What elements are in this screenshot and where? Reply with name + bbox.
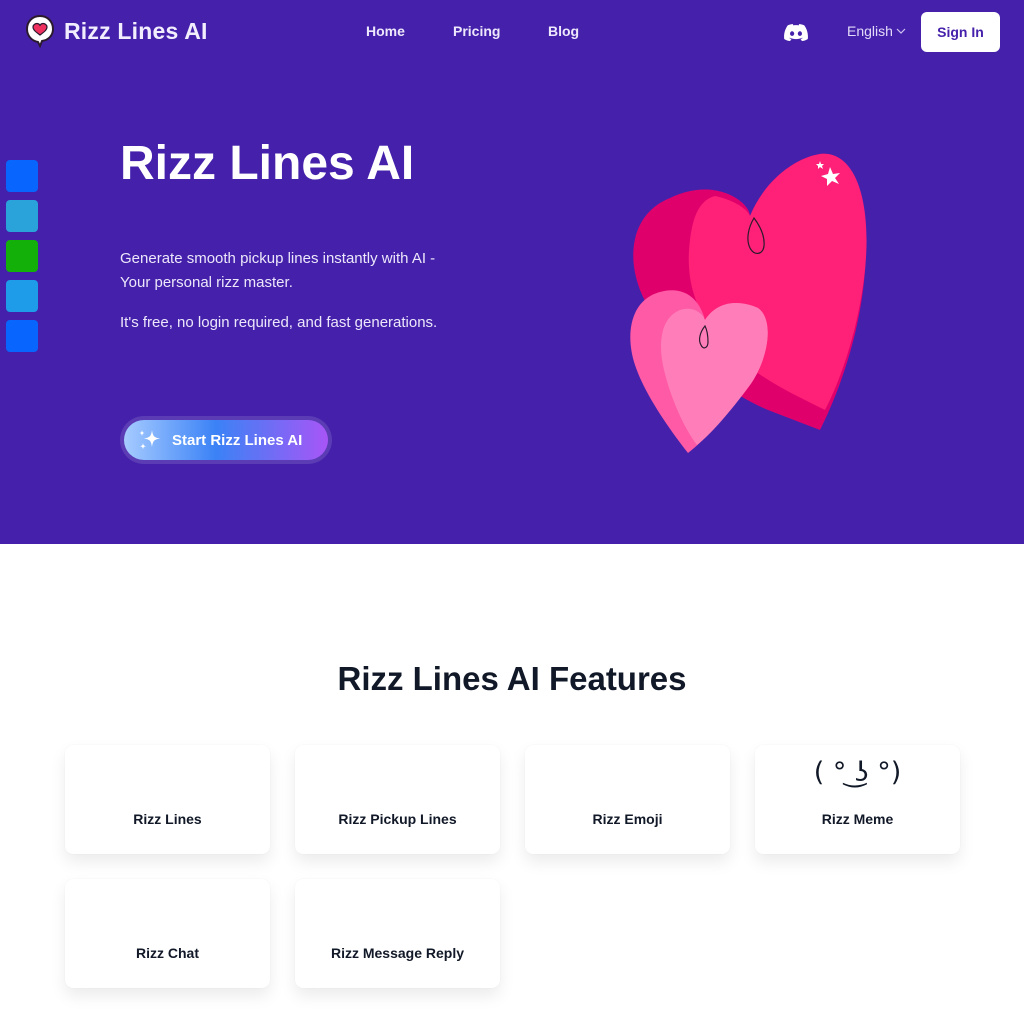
hearts-illustration [630,153,867,453]
hero-subtext: It's free, no login required, and fast g… [120,314,438,331]
nav-home[interactable]: Home [366,23,405,39]
feature-label: Rizz Emoji [592,811,663,827]
feature-card-rizz-pickup-lines[interactable]: Rizz Pickup Lines [295,745,500,854]
chevron-down-icon [896,28,906,34]
share-twitter-button[interactable] [6,280,38,312]
nav-pricing[interactable]: Pricing [453,23,500,39]
hero-title: Rizz Lines AI [120,137,415,190]
language-label: English [847,23,893,39]
share-telegram-button[interactable] [6,200,38,232]
feature-label: Rizz Pickup Lines [338,811,457,827]
language-selector[interactable]: English [847,23,906,39]
brand-logo[interactable]: Rizz Lines AI [25,14,208,48]
start-button-label: Start Rizz Lines AI [172,431,303,449]
top-nav: Rizz Lines AI Home Pricing Blog English … [0,0,1024,62]
hero-section: Rizz Lines AI Home Pricing Blog English … [0,0,1024,544]
feature-card-rizz-emoji[interactable]: Rizz Emoji [525,745,730,854]
feature-label: Rizz Lines [133,811,202,827]
discord-icon[interactable] [784,24,808,41]
share-line-button[interactable] [6,240,38,272]
lenny-face-icon: ( ° ͜ʖ °) [813,757,902,788]
share-messenger-button[interactable] [6,320,38,352]
hero-description: Generate smooth pickup lines instantly w… [120,250,436,291]
feature-label: Rizz Meme [821,811,894,827]
heart-speech-bubble-icon [25,14,55,48]
nav-blog[interactable]: Blog [548,23,579,39]
start-button[interactable]: Start Rizz Lines AI [124,420,328,460]
cta-wrapper: Start Rizz Lines AI [120,416,332,464]
features-title: Rizz Lines AI Features [337,660,687,697]
feature-label: Rizz Message Reply [330,945,465,961]
sparkles-icon [139,430,160,450]
feature-label: Rizz Chat [136,945,199,961]
sign-in-button[interactable]: Sign In [921,12,1000,52]
feature-card-rizz-chat[interactable]: Rizz Chat [65,879,270,988]
feature-card-rizz-message-reply[interactable]: Rizz Message Reply [295,879,500,988]
brand-name: Rizz Lines AI [64,17,208,44]
feature-card-rizz-meme[interactable]: ( ° ͜ʖ °) Rizz Meme [755,745,960,854]
feature-card-rizz-lines[interactable]: Rizz Lines [65,745,270,854]
share-facebook-button[interactable] [6,160,38,192]
